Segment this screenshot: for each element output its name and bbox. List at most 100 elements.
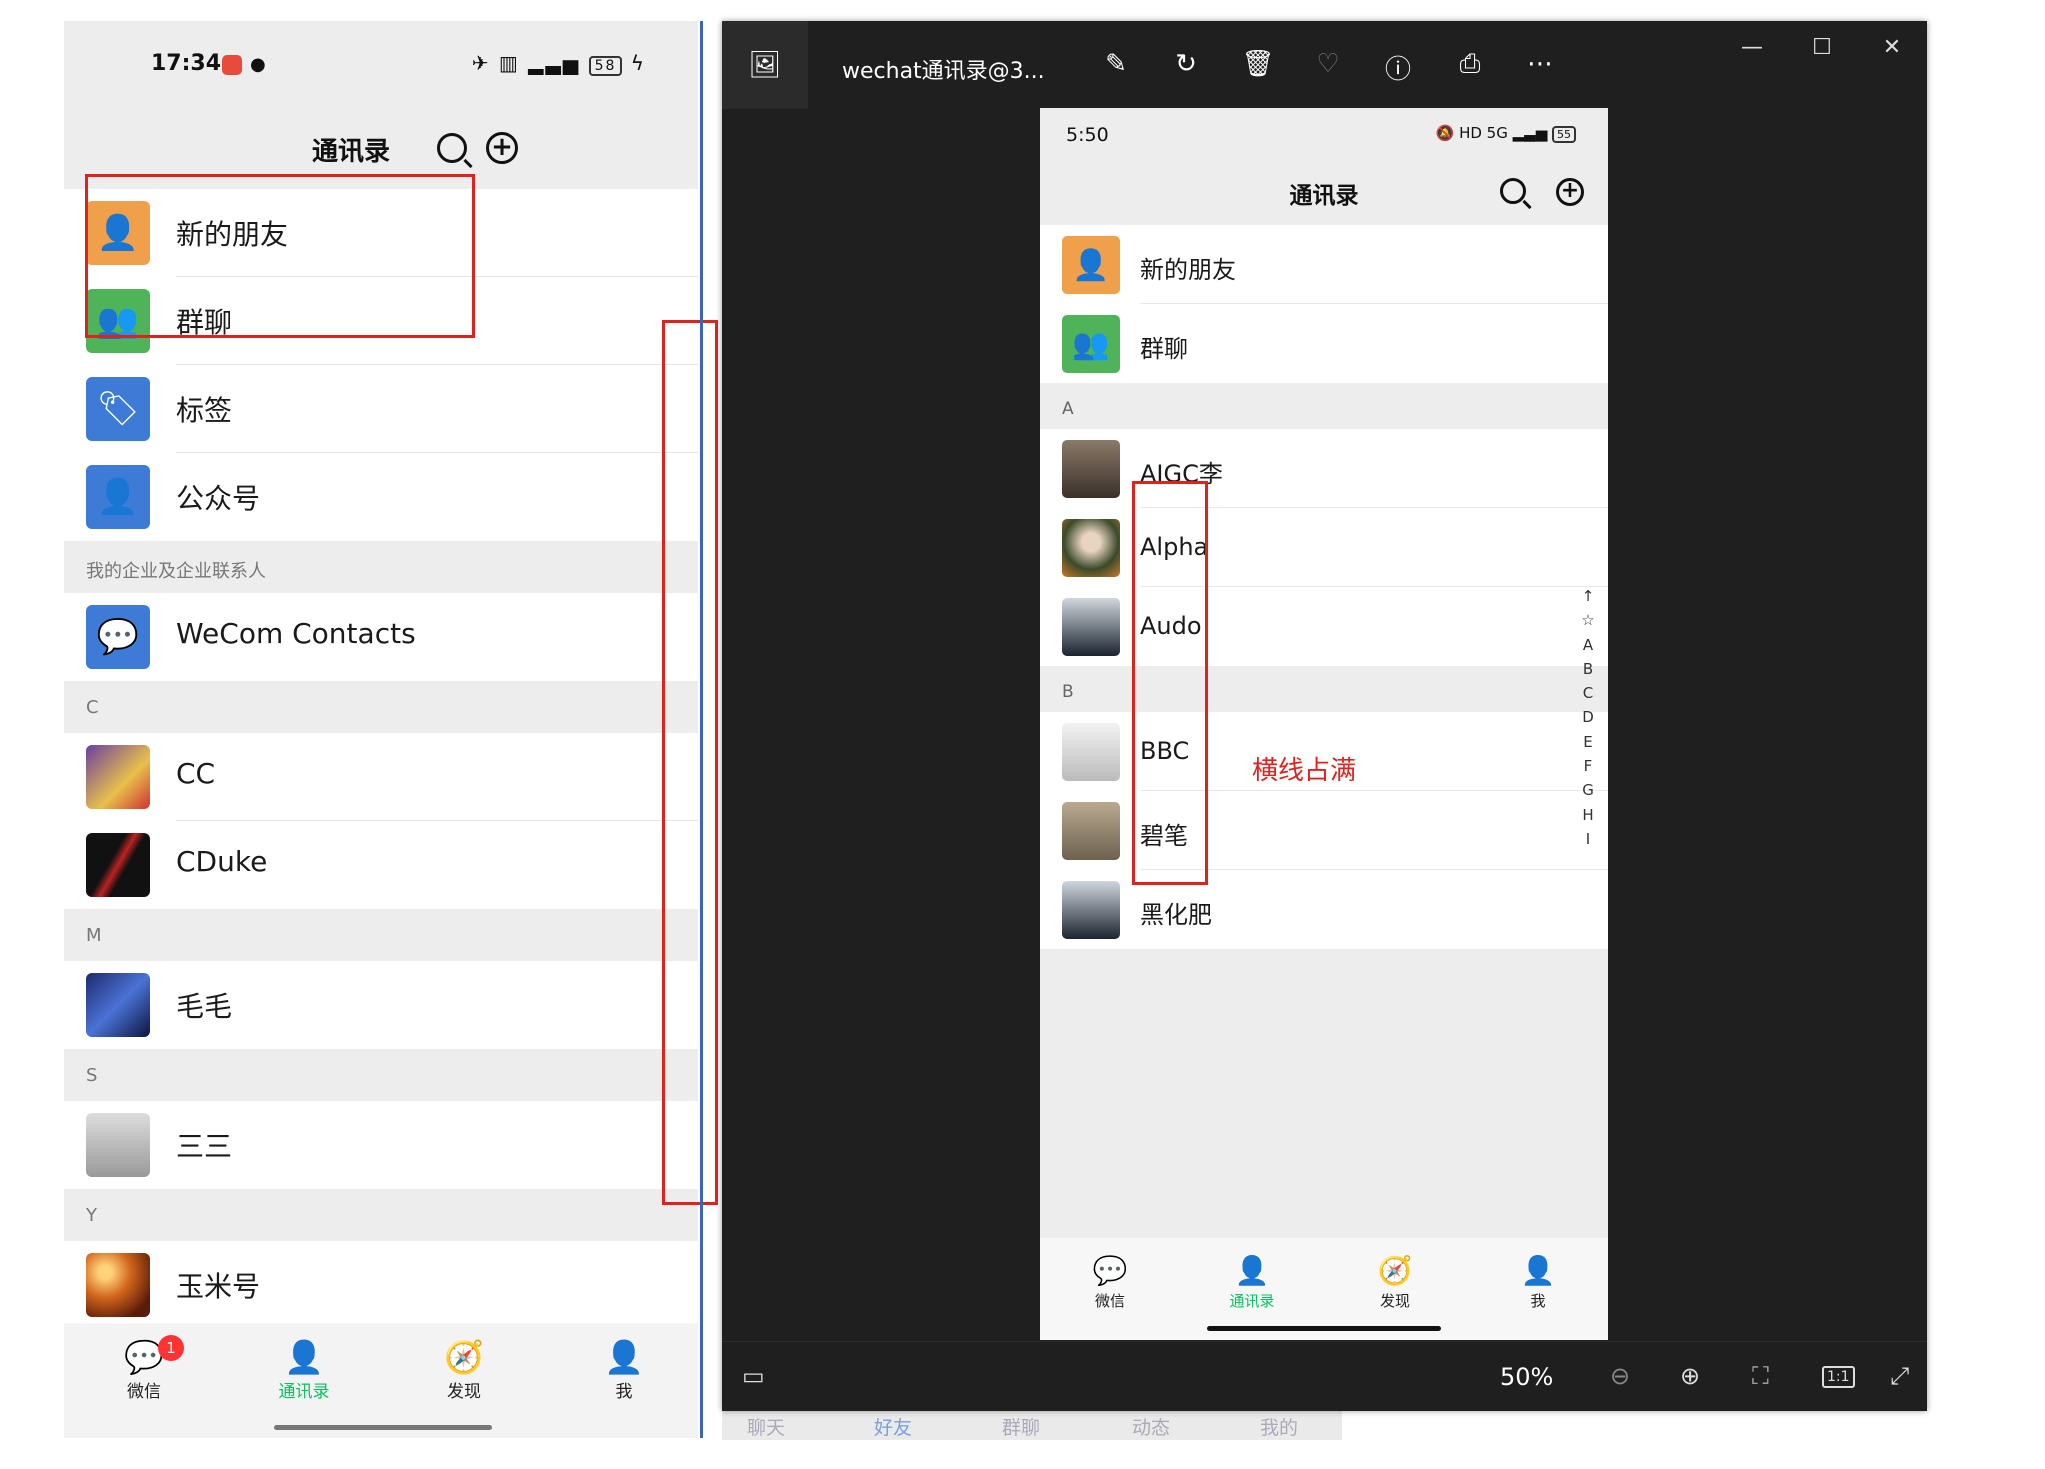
unread-badge: 1 <box>158 1335 184 1361</box>
more-icon[interactable]: ⋯ <box>1522 49 1558 79</box>
sos-icon <box>222 55 242 75</box>
contact-row[interactable]: 毛毛 <box>64 961 698 1049</box>
chat-bubble-icon: 💬 <box>1092 1254 1128 1287</box>
avatar <box>1062 881 1120 939</box>
index-letter[interactable]: ☆ <box>1580 608 1596 632</box>
contact-name: CDuke <box>176 845 268 878</box>
index-letter[interactable]: F <box>1580 754 1596 778</box>
info-icon[interactable]: ⓘ <box>1380 49 1416 86</box>
delete-icon[interactable]: 🗑 <box>1240 49 1276 79</box>
contact-row[interactable]: Audo <box>1040 587 1608 666</box>
contact-row[interactable]: 玉米号 <box>64 1241 698 1329</box>
underlay-tab-bar: 聊天 好友 群聊 动态 我的 <box>722 1411 1342 1440</box>
tab-chats[interactable]: 💬 微信 <box>1060 1252 1160 1311</box>
section-header: C <box>64 681 698 733</box>
contact-name: 玉米号 <box>176 1270 261 1303</box>
edit-icon[interactable]: ✎ <box>1098 49 1134 79</box>
contact-row[interactable]: 三三 <box>64 1101 698 1189</box>
item-label: 新的朋友 <box>1140 256 1236 284</box>
contact-row[interactable]: CC <box>64 733 698 821</box>
index-letter[interactable]: E <box>1580 730 1596 754</box>
search-icon[interactable] <box>1500 178 1526 204</box>
alphabet-index[interactable]: ↑ ☆ A B C D E F G H I <box>1580 584 1596 851</box>
contacts-icon: 👤 <box>1234 1254 1270 1287</box>
tab-discover[interactable]: 🧭 发现 <box>1345 1252 1445 1311</box>
filmstrip-icon[interactable]: ▭ <box>742 1362 765 1390</box>
right-phone-screenshot: 5:50 🔕 HD 5G ▂▃▅ 55 通讯录 + 👤 新的朋友 👥 群聊 A … <box>1040 108 1608 1340</box>
wecom-contacts-item[interactable]: 💬 WeCom Contacts <box>64 593 698 681</box>
section-header: S <box>64 1049 698 1101</box>
tab-me[interactable]: 👤 我 <box>564 1337 684 1402</box>
tab-contacts[interactable]: 👤 通讯录 <box>244 1337 364 1402</box>
index-letter[interactable]: C <box>1580 681 1596 705</box>
contact-row[interactable]: 碧笔 <box>1040 791 1608 870</box>
tab-me[interactable]: 👤 我 <box>1488 1252 1588 1311</box>
tab-label: 我 <box>615 1382 633 1402</box>
contact-row[interactable]: CDuke <box>64 821 698 909</box>
tab-bar: 💬 微信 👤 通讯录 🧭 发现 👤 我 <box>1040 1238 1608 1340</box>
page-title: 通讯录 <box>311 137 390 167</box>
tab-chats[interactable]: 💬 微信 1 <box>84 1335 204 1402</box>
contact-name: CC <box>176 757 216 790</box>
divider <box>700 21 703 1438</box>
contacts-icon: 👤 <box>284 1338 324 1376</box>
minimize-icon[interactable]: — <box>1732 35 1772 60</box>
index-letter[interactable]: I <box>1580 827 1596 851</box>
signal-icons: 🔕 HD 5G ▂▃▅ 55 <box>1436 124 1576 143</box>
new-friends-item[interactable]: 👤 新的朋友 <box>1040 225 1608 304</box>
index-letter[interactable]: D <box>1580 705 1596 729</box>
fullscreen-icon[interactable]: ⤢ <box>1890 1362 1909 1390</box>
status-time: 17:34 <box>151 51 222 76</box>
add-icon[interactable]: + <box>486 132 518 164</box>
underlay-tab: 群聊 <box>1002 1417 1041 1439</box>
avatar <box>86 1253 150 1317</box>
index-letter[interactable]: H <box>1580 803 1596 827</box>
contact-name: 三三 <box>176 1130 233 1163</box>
photos-app-icon[interactable]: 🖼 <box>722 21 808 109</box>
close-icon[interactable]: ✕ <box>1872 35 1912 60</box>
tab-discover[interactable]: 🧭 发现 <box>404 1337 524 1402</box>
section-header: Y <box>64 1189 698 1241</box>
print-icon[interactable]: ⎙ <box>1452 49 1488 80</box>
index-letter[interactable]: B <box>1580 657 1596 681</box>
rotate-icon[interactable]: ↻ <box>1168 49 1204 79</box>
viewer-toolbar: 🖼 wechat通讯录@3... ✎ ↻ 🗑 ♡ ⓘ ⎙ ⋯ — ☐ ✕ <box>722 21 1927 109</box>
official-accounts-item[interactable]: 👤 公众号 <box>64 453 698 541</box>
zoom-out-icon[interactable]: ⊖ <box>1610 1362 1630 1390</box>
contact-row[interactable]: 黑化肥 <box>1040 870 1608 949</box>
window-title: wechat通讯录@3... <box>842 59 1045 84</box>
item-label: WeCom Contacts <box>176 617 416 650</box>
group-chats-item[interactable]: 👥 群聊 <box>1040 304 1608 383</box>
contact-row[interactable]: Alpha <box>1040 508 1608 587</box>
item-label: 群聊 <box>1140 335 1188 363</box>
home-indicator <box>274 1425 492 1430</box>
signal-icons: ✈ ▥ ▂▃▅ 58 ϟ <box>471 51 646 76</box>
compass-icon: 🧭 <box>444 1338 484 1376</box>
avatar <box>1062 723 1120 781</box>
tags-item[interactable]: 🏷 标签 <box>64 365 698 453</box>
index-letter[interactable]: A <box>1580 633 1596 657</box>
zoom-in-icon[interactable]: ⊕ <box>1680 1362 1700 1390</box>
add-icon[interactable]: + <box>1556 178 1584 206</box>
new-friend-icon: 👤 <box>1062 236 1120 294</box>
highlight-box <box>85 174 475 338</box>
contact-row[interactable]: AIGC李 <box>1040 429 1608 508</box>
contact-name: 黑化肥 <box>1140 901 1212 929</box>
section-header-enterprise: 我的企业及企业联系人 <box>64 541 698 593</box>
fit-window-icon[interactable]: ⛶ <box>1752 1362 1769 1390</box>
index-letter[interactable]: G <box>1580 778 1596 802</box>
person-icon: 👤 <box>1520 1254 1556 1287</box>
search-icon[interactable] <box>437 133 467 163</box>
section-header: M <box>64 909 698 961</box>
index-letter[interactable]: ↑ <box>1580 584 1596 608</box>
actual-size-icon[interactable]: 1:1 <box>1822 1366 1855 1388</box>
favorite-icon[interactable]: ♡ <box>1310 49 1346 79</box>
avatar <box>1062 802 1120 860</box>
tab-contacts[interactable]: 👤 通讯录 <box>1202 1252 1302 1311</box>
underlay-tab: 好友 <box>874 1417 913 1439</box>
chat-bubble-icon: 💬 <box>124 1338 164 1376</box>
maximize-icon[interactable]: ☐ <box>1802 35 1842 60</box>
tag-icon: 🏷 <box>86 377 150 441</box>
annotation-text: 横线占满 <box>1252 756 1357 786</box>
highlight-box <box>1132 481 1208 885</box>
